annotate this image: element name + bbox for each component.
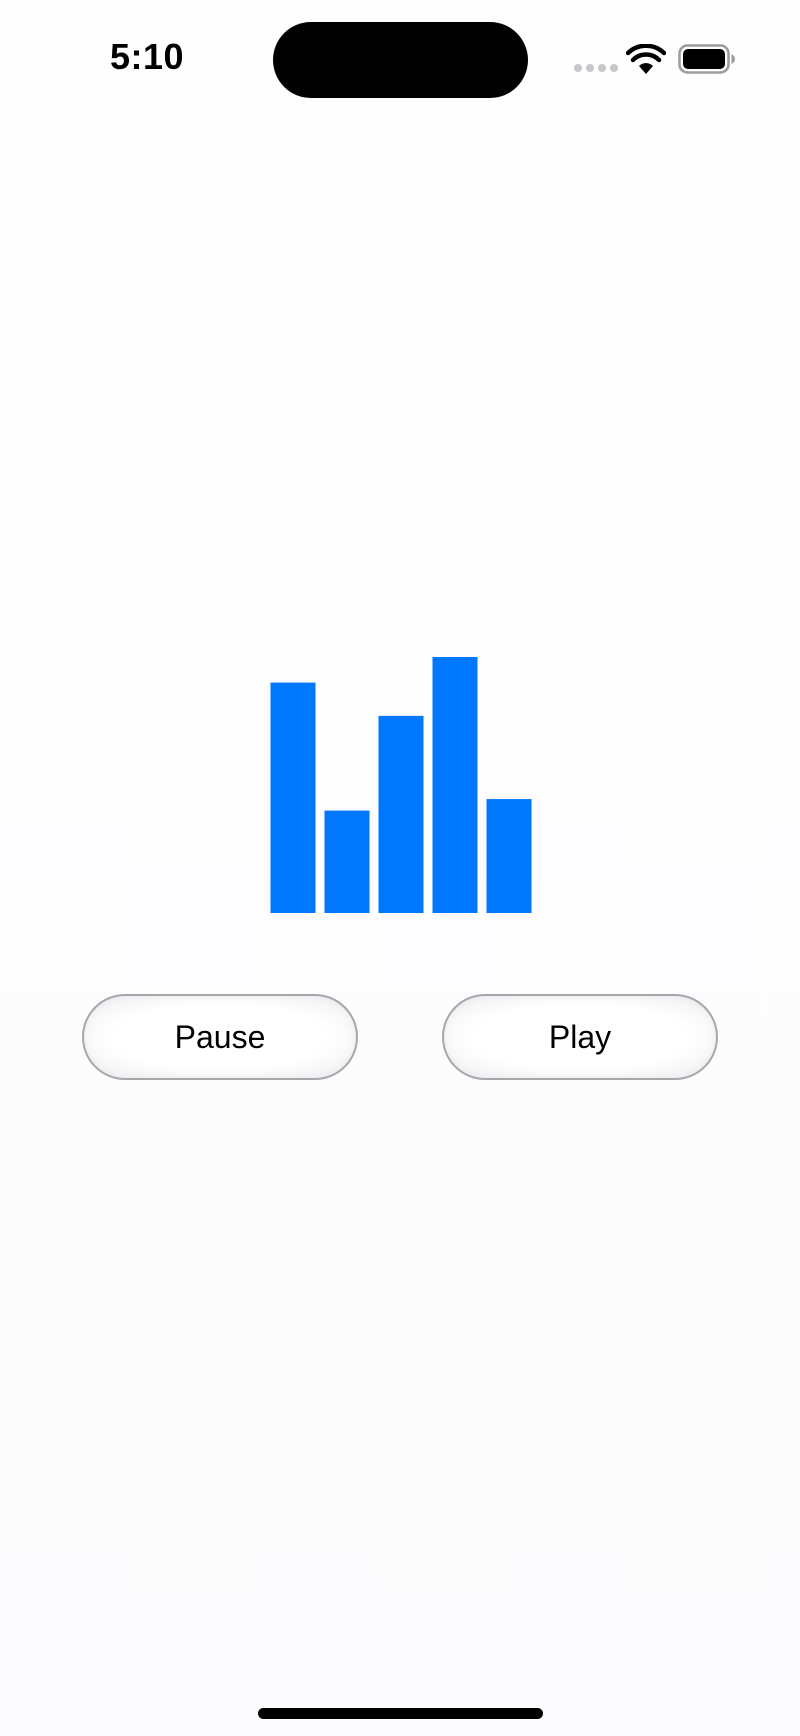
visualizer-bar-5	[486, 799, 532, 913]
visualizer-bar-2	[324, 810, 370, 913]
play-button[interactable]: Play	[442, 994, 718, 1080]
visualizer-bar-4	[432, 657, 478, 913]
home-indicator[interactable]	[258, 1708, 543, 1719]
visualizer-bar-3	[378, 715, 424, 913]
status-time: 5:10	[109, 36, 185, 77]
status-bar: 5:10	[0, 0, 800, 120]
cellular-signal-icon	[574, 64, 618, 72]
visualizer-bar-1	[270, 682, 316, 913]
pause-button[interactable]: Pause	[82, 994, 358, 1080]
wifi-icon	[626, 44, 666, 74]
dynamic-island	[273, 22, 528, 98]
audio-visualizer	[270, 657, 532, 913]
battery-icon	[678, 44, 735, 74]
